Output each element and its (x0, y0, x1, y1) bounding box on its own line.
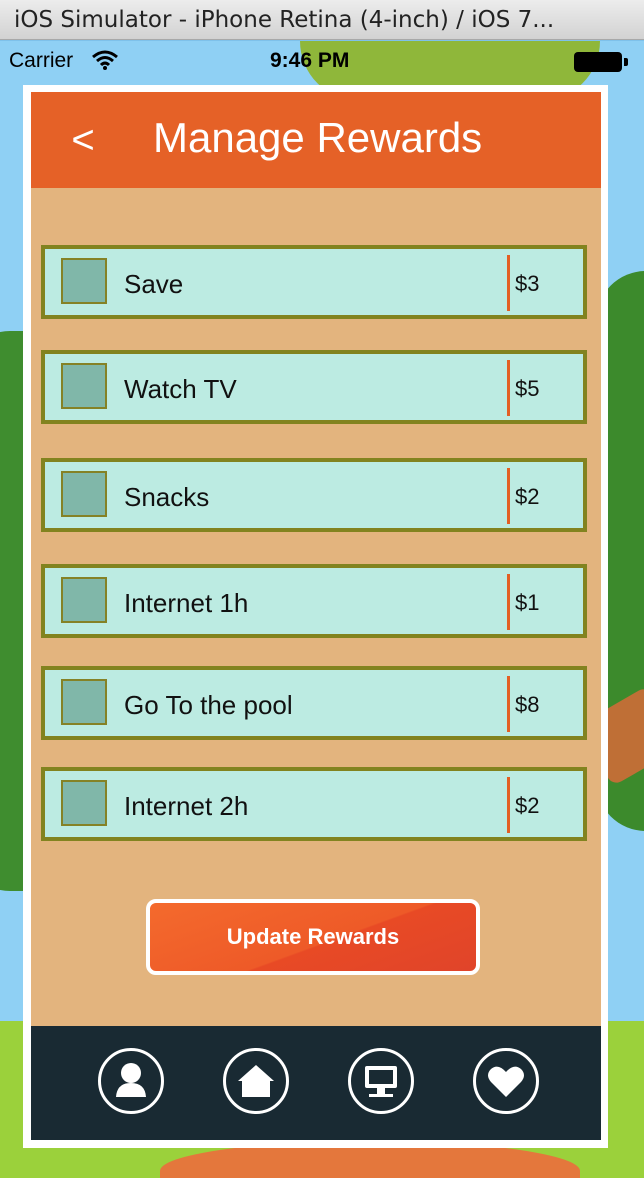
reward-row[interactable]: Internet 2h $2 (41, 767, 587, 841)
reward-divider (507, 574, 510, 630)
computer-icon (365, 1066, 397, 1097)
reward-price: $2 (515, 484, 540, 509)
battery-icon (574, 52, 622, 72)
reward-divider (507, 468, 510, 524)
heart-icon (488, 1066, 524, 1097)
tab-computer[interactable] (348, 1048, 414, 1114)
carrier-label: Carrier (9, 49, 74, 72)
reward-divider (507, 360, 510, 416)
page-title: Manage Rewards (153, 114, 483, 161)
chevron-left-icon: < (71, 118, 95, 162)
tab-profile[interactable] (98, 1048, 164, 1114)
reward-price: $3 (515, 271, 540, 296)
home-icon (238, 1065, 274, 1097)
tab-favorites[interactable] (473, 1048, 539, 1114)
reward-price: $1 (515, 590, 540, 615)
reward-row[interactable]: Go To the pool $8 (41, 666, 587, 740)
status-time: 9:46 PM (270, 49, 350, 72)
reward-checkbox[interactable] (61, 258, 107, 304)
reward-label: Watch TV (124, 374, 237, 404)
reward-label: Save (124, 269, 184, 299)
simulator-title-bar: iOS Simulator - iPhone Retina (4-inch) /… (0, 0, 644, 40)
wifi-icon (92, 50, 118, 70)
back-button[interactable]: < (61, 118, 105, 162)
reward-checkbox[interactable] (61, 363, 107, 409)
reward-checkbox[interactable] (61, 780, 107, 826)
reward-label: Go To the pool (124, 690, 293, 720)
reward-row[interactable]: Watch TV $5 (41, 350, 587, 424)
reward-row[interactable]: Internet 1h $1 (41, 564, 587, 638)
update-rewards-button[interactable]: Update Rewards (146, 899, 480, 975)
reward-price: $5 (515, 376, 540, 401)
tab-bar (31, 1026, 601, 1140)
reward-checkbox[interactable] (61, 577, 107, 623)
reward-row[interactable]: Snacks $2 (41, 458, 587, 532)
status-bar: Carrier 9:46 PM (0, 41, 644, 81)
reward-checkbox[interactable] (61, 471, 107, 517)
reward-divider (507, 777, 510, 833)
reward-price: $2 (515, 793, 540, 818)
app-panel: < Manage Rewards Save $3 Watch TV $5 Sna… (31, 92, 601, 1140)
reward-label: Internet 2h (124, 791, 249, 821)
nav-bar: < Manage Rewards (31, 92, 601, 188)
person-icon (116, 1063, 146, 1097)
reward-label: Internet 1h (124, 588, 249, 618)
battery-tip (624, 58, 628, 66)
reward-price: $8 (515, 692, 540, 717)
reward-checkbox[interactable] (61, 679, 107, 725)
reward-divider (507, 255, 510, 311)
tab-home[interactable] (223, 1048, 289, 1114)
reward-label: Snacks (124, 482, 210, 512)
reward-divider (507, 676, 510, 732)
reward-row[interactable]: Save $3 (41, 245, 587, 319)
